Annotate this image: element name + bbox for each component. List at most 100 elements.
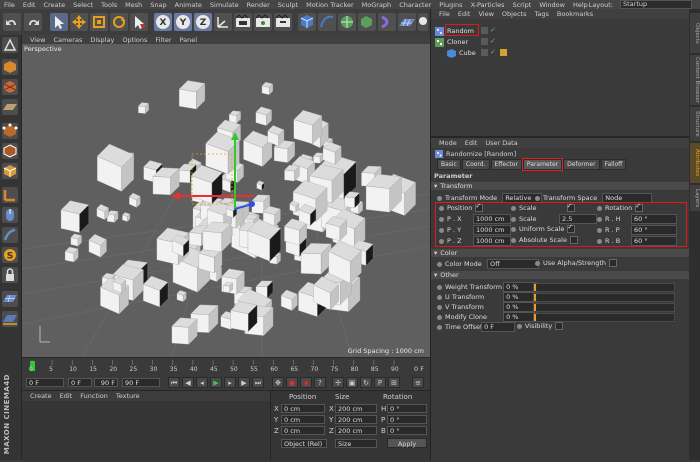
tab-coord[interactable]: Coord. — [461, 159, 490, 170]
object-row-cloner[interactable]: Cloner — [435, 37, 468, 47]
menu-plugins[interactable]: Plugins — [439, 1, 462, 9]
viewport-menu-cameras[interactable]: Cameras — [53, 36, 82, 44]
menu-mograph[interactable]: MoGraph — [362, 1, 392, 9]
keyframe-dot-icon[interactable] — [439, 227, 444, 233]
end-frame-field[interactable]: 90 F — [122, 378, 160, 387]
go-to-start-icon[interactable]: ⏮ — [168, 377, 180, 388]
axis-mode-icon[interactable] — [2, 187, 18, 203]
key-pla-icon[interactable]: ⊞ — [388, 377, 400, 388]
keyframe-dot-icon[interactable] — [437, 314, 442, 320]
modify-clone-slider[interactable] — [533, 313, 675, 322]
side-tab-attributes[interactable]: Attributes — [690, 143, 700, 183]
side-tab-objects[interactable]: Objects — [690, 13, 700, 53]
previous-frame-icon[interactable]: ◂ — [196, 377, 208, 388]
array-icon[interactable] — [358, 13, 376, 31]
render-picture-viewer-icon[interactable] — [254, 13, 272, 31]
use-alpha-checkbox[interactable] — [609, 259, 617, 267]
cube-primitive-icon[interactable] — [298, 13, 316, 31]
timeline-menu-icon[interactable]: ≡ — [412, 377, 424, 388]
key-scale-icon[interactable]: ▣ — [346, 377, 358, 388]
viewport-menu-panel[interactable]: Panel — [180, 36, 198, 44]
am-menu-mode[interactable]: Mode — [439, 139, 457, 147]
timeline-ruler[interactable]: 0 5 10 15 20 25 30 35 40 45 50 55 60 65 70 75 80 85 90 0 F — [22, 357, 430, 376]
coord-size-mode-select[interactable]: Size — [335, 439, 377, 448]
menu-file[interactable]: File — [4, 1, 15, 9]
workplane-mode-icon[interactable] — [2, 99, 18, 115]
keyframe-dot-icon[interactable] — [511, 226, 516, 232]
coord-pos-z-field[interactable]: 0 cm — [281, 426, 325, 435]
redo-icon[interactable] — [24, 13, 42, 31]
menu-select[interactable]: Select — [73, 1, 93, 9]
coord-rot-p-field[interactable]: 0 ° — [387, 415, 427, 424]
pz-field[interactable]: 1000 cm — [473, 236, 511, 246]
menu-tools[interactable]: Tools — [101, 1, 117, 9]
menu-window[interactable]: Window — [539, 1, 565, 9]
viewport-menu-display[interactable]: Display — [90, 36, 114, 44]
keyframe-dot-icon[interactable] — [439, 205, 444, 211]
record-icon[interactable]: ● — [286, 377, 298, 388]
coord-rot-b-field[interactable]: 0 ° — [387, 426, 427, 435]
color-mode-select[interactable]: Off — [487, 259, 540, 269]
side-tab-content-browser[interactable]: Content Browser — [690, 55, 700, 105]
om-menu-bookmarks[interactable]: Bookmarks — [557, 10, 593, 18]
edges-mode-icon[interactable] — [2, 143, 18, 159]
coord-pos-y-field[interactable]: 0 cm — [281, 415, 325, 424]
rotation-checkbox[interactable] — [635, 202, 644, 212]
keyframe-dot-icon[interactable] — [517, 323, 522, 329]
transform-section[interactable]: ▾ Transform — [431, 182, 689, 190]
tab-deformer[interactable]: Deformer — [563, 159, 600, 170]
px-field[interactable]: 1000 cm — [473, 214, 511, 224]
viewport-menu-options[interactable]: Options — [122, 36, 147, 44]
menu-create[interactable]: Create — [43, 1, 65, 9]
rp-field[interactable]: 60 ° — [631, 225, 677, 235]
keyframe-dot-icon[interactable] — [597, 238, 602, 244]
menu-simulate[interactable]: Simulate — [210, 1, 239, 9]
menu-animate[interactable]: Animate — [175, 1, 202, 9]
v-transform-field[interactable]: 0 % — [503, 302, 538, 312]
om-menu-view[interactable]: View — [478, 10, 493, 18]
preview-end-field[interactable]: 90 F — [94, 378, 118, 387]
recent-tool-icon[interactable] — [130, 13, 148, 31]
keyframe-dot-icon[interactable] — [597, 205, 602, 211]
keyframe-dot-icon[interactable] — [437, 195, 442, 201]
material-menu-texture[interactable]: Texture — [116, 392, 140, 400]
cloner-enabled-check-icon[interactable]: ✓ — [490, 37, 496, 45]
tab-parameter[interactable]: Parameter — [521, 158, 564, 171]
viewport-menu-view[interactable]: View — [30, 36, 45, 44]
render-settings-icon[interactable] — [274, 13, 292, 31]
next-frame-icon[interactable]: ▸ — [224, 377, 236, 388]
coord-size-y-field[interactable]: 200 cm — [335, 415, 377, 424]
cube-enabled-check-icon[interactable]: ✓ — [490, 48, 496, 56]
cube-visibility-icon[interactable] — [481, 49, 488, 56]
sculpt-mode-icon[interactable] — [2, 227, 18, 243]
coord-size-z-field[interactable]: 200 cm — [335, 426, 377, 435]
am-menu-edit[interactable]: Edit — [465, 139, 478, 147]
rh-field[interactable]: 60 ° — [631, 214, 677, 224]
v-transform-slider[interactable] — [533, 303, 675, 312]
autokey-icon[interactable]: ◉ — [300, 377, 312, 388]
keyframe-selection-icon[interactable]: ? — [314, 377, 326, 388]
other-section[interactable]: ▾ Other — [431, 271, 689, 279]
om-menu-tags[interactable]: Tags — [534, 10, 548, 18]
key-parameter-icon[interactable]: P — [374, 377, 386, 388]
floor-icon[interactable] — [398, 13, 416, 31]
om-menu-objects[interactable]: Objects — [502, 10, 527, 18]
coord-pos-x-field[interactable]: 0 cm — [281, 404, 325, 413]
select-arrow-icon[interactable] — [50, 13, 68, 31]
tab-basic[interactable]: Basic — [437, 159, 461, 170]
am-menu-user-data[interactable]: User Data — [485, 139, 517, 147]
perspective-viewport[interactable]: Perspective Grid Spacing : 1000 cm — [22, 44, 430, 357]
undo-icon[interactable] — [3, 13, 21, 31]
menu-render[interactable]: Render — [247, 1, 270, 9]
rb-field[interactable]: 60 ° — [631, 236, 677, 246]
deformer-icon[interactable] — [378, 13, 396, 31]
side-tab-layers[interactable]: Layers — [690, 185, 700, 211]
cloner-visibility-icon[interactable] — [481, 38, 488, 45]
make-editable-icon[interactable] — [2, 37, 18, 53]
menu-mesh[interactable]: Mesh — [125, 1, 142, 9]
keyframe-dot-icon[interactable] — [437, 261, 442, 267]
keyframe-dot-icon[interactable] — [597, 216, 602, 222]
coord-mode-select[interactable]: Object (Rel) — [281, 439, 327, 448]
motion-path-icon[interactable]: ✥ — [272, 377, 284, 388]
coord-size-x-field[interactable]: 200 cm — [335, 404, 377, 413]
